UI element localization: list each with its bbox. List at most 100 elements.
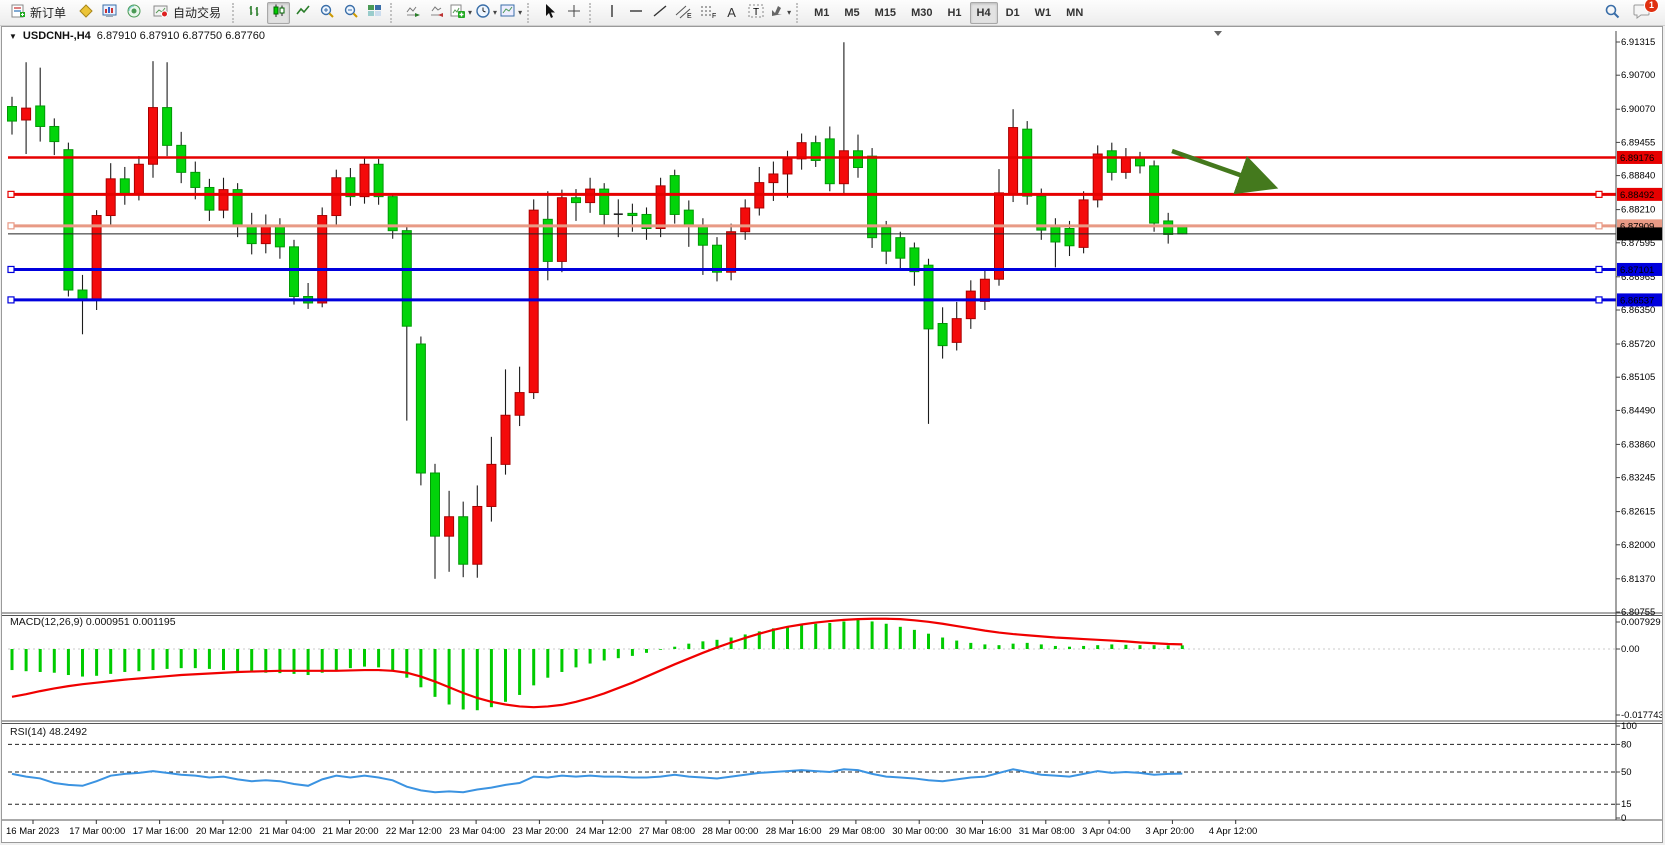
- tf-m1-button[interactable]: M1: [807, 2, 836, 24]
- add-indicator-button[interactable]: ▾: [449, 2, 473, 24]
- svg-text:6.86537: 6.86537: [1620, 295, 1654, 306]
- svg-text:6.83245: 6.83245: [1621, 473, 1655, 484]
- svg-text:100: 100: [1621, 721, 1637, 732]
- clock-icon: [475, 3, 491, 22]
- zoom-out-button[interactable]: [339, 2, 362, 24]
- new-order-button[interactable]: 新订单: [4, 2, 73, 24]
- notifications-button[interactable]: 1: [1630, 2, 1653, 24]
- chart-shift-button[interactable]: [425, 2, 448, 24]
- tf-d1-button[interactable]: D1: [999, 2, 1027, 24]
- tf-h4-button[interactable]: H4: [970, 2, 998, 24]
- svg-text:6.88210: 6.88210: [1621, 205, 1655, 216]
- horizontal-line-tool-button[interactable]: [624, 2, 647, 24]
- chart-shift-marker: [1214, 31, 1222, 36]
- line-handle: [8, 266, 14, 272]
- line-handle: [1596, 297, 1602, 303]
- svg-text:30 Mar 16:00: 30 Mar 16:00: [956, 826, 1012, 837]
- chevron-down-icon: ▾: [493, 8, 497, 17]
- svg-text:50: 50: [1621, 767, 1632, 778]
- text-label-icon: T: [747, 3, 765, 22]
- trendline-icon: [652, 3, 668, 22]
- candlestick-mode-button[interactable]: [267, 2, 290, 24]
- auto-trading-icon: [153, 4, 169, 21]
- svg-text:16 Mar 2023: 16 Mar 2023: [6, 826, 59, 837]
- crosshair-tool-button[interactable]: [562, 2, 585, 24]
- bar-chart-mode-button[interactable]: [243, 2, 266, 24]
- svg-text:21 Mar 20:00: 21 Mar 20:00: [323, 826, 379, 837]
- svg-text:28 Mar 16:00: 28 Mar 16:00: [766, 826, 822, 837]
- svg-text:6.88840: 6.88840: [1621, 171, 1655, 182]
- zoom-in-icon: [319, 3, 335, 22]
- auto-trading-button[interactable]: 自动交易: [146, 2, 228, 24]
- svg-text:27 Mar 08:00: 27 Mar 08:00: [639, 826, 695, 837]
- svg-text:22 Mar 12:00: 22 Mar 12:00: [386, 826, 442, 837]
- tf-w1-button[interactable]: W1: [1028, 2, 1059, 24]
- svg-text:3 Apr 04:00: 3 Apr 04:00: [1082, 826, 1131, 837]
- tile-windows-button[interactable]: [363, 2, 386, 24]
- text-tool-button[interactable]: A: [720, 2, 743, 24]
- svg-text:6.90700: 6.90700: [1621, 70, 1655, 81]
- search-button[interactable]: [1601, 2, 1624, 24]
- fibonacci-tool-button[interactable]: F: [696, 2, 719, 24]
- svg-text:24 Mar 12:00: 24 Mar 12:00: [576, 826, 632, 837]
- market-watch-button[interactable]: [98, 2, 121, 24]
- text-tool-icon: A: [727, 5, 736, 20]
- mt4-window: 新订单 自动交易: [0, 0, 1665, 845]
- tf-h1-button[interactable]: H1: [940, 2, 968, 24]
- arrows-tool-button[interactable]: ▾: [768, 2, 792, 24]
- chevron-down-icon: ▾: [518, 8, 522, 17]
- new-order-label: 新订单: [30, 4, 66, 21]
- svg-text:6.85105: 6.85105: [1621, 372, 1655, 383]
- vertical-line-tool-button[interactable]: [600, 2, 623, 24]
- symbol-dropdown-icon[interactable]: ▼: [9, 32, 17, 41]
- cursor-tool-button[interactable]: [538, 2, 561, 24]
- svg-text:80: 80: [1621, 739, 1632, 750]
- line-chart-mode-button[interactable]: [291, 2, 314, 24]
- svg-text:0.00: 0.00: [1621, 644, 1640, 655]
- metaeditor-button[interactable]: [74, 2, 97, 24]
- line-handle: [1596, 223, 1602, 229]
- label-letter: T: [753, 7, 759, 18]
- trendline-tool-button[interactable]: [648, 2, 671, 24]
- toolbar-grip: [232, 3, 239, 23]
- tf-m5-button[interactable]: M5: [837, 2, 866, 24]
- text-label-tool-button[interactable]: T: [744, 2, 767, 24]
- svg-text:17 Mar 00:00: 17 Mar 00:00: [69, 826, 125, 837]
- svg-text:6.85720: 6.85720: [1621, 339, 1655, 350]
- chart-title[interactable]: ▼ USDCNH-,H4 6.87910 6.87910 6.87750 6.8…: [9, 30, 265, 42]
- periods-button[interactable]: ▾: [474, 2, 498, 24]
- auto-trading-label: 自动交易: [173, 4, 221, 21]
- symbol-label: USDCNH-,H4: [23, 30, 91, 42]
- tf-mn-button[interactable]: MN: [1059, 2, 1090, 24]
- svg-text:0: 0: [1621, 813, 1626, 824]
- templates-button[interactable]: ▾: [499, 2, 523, 24]
- price-chart-canvas[interactable]: 6.913156.907006.900706.894556.888406.882…: [2, 27, 1662, 842]
- svg-text:6.90070: 6.90070: [1621, 104, 1655, 115]
- channel-tool-button[interactable]: E: [672, 2, 695, 24]
- toolbar-grip: [390, 3, 397, 23]
- channel-letter: E: [687, 13, 692, 19]
- zoom-in-button[interactable]: [315, 2, 338, 24]
- chart-shift-icon: [429, 3, 445, 22]
- svg-text:6.81370: 6.81370: [1621, 574, 1655, 585]
- market-watch-icon: [102, 3, 118, 22]
- line-handle: [8, 191, 14, 197]
- tf-m30-button[interactable]: M30: [904, 2, 939, 24]
- auto-scroll-button[interactable]: [401, 2, 424, 24]
- gold-diamond-icon: [78, 3, 94, 22]
- macd-indicator-label: MACD(12,26,9) 0.000951 0.001195: [10, 616, 176, 628]
- horizontal-line-icon: [628, 3, 644, 22]
- tf-m15-button[interactable]: M15: [868, 2, 903, 24]
- line-handle: [1596, 266, 1602, 272]
- svg-text:6.91315: 6.91315: [1621, 37, 1655, 48]
- navigator-button[interactable]: [122, 2, 145, 24]
- svg-text:6.86350: 6.86350: [1621, 305, 1655, 316]
- tile-windows-icon: [367, 3, 383, 22]
- new-order-icon: [11, 4, 26, 21]
- add-indicator-icon: [450, 3, 466, 22]
- line-handle: [1596, 191, 1602, 197]
- svg-text:6.89176: 6.89176: [1620, 153, 1654, 164]
- navigator-icon: [126, 3, 142, 22]
- svg-text:6.82000: 6.82000: [1621, 540, 1655, 551]
- toolbar-grip: [527, 3, 534, 23]
